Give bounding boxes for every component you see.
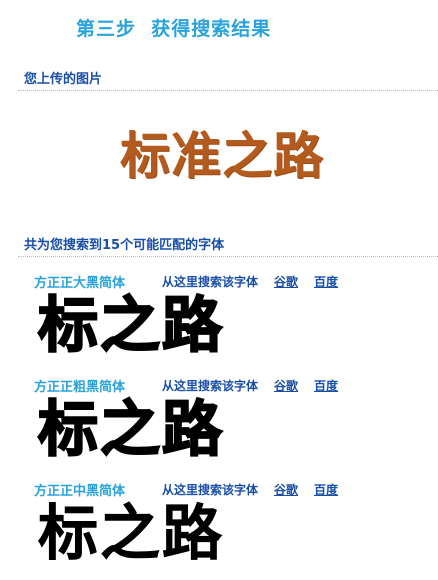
google-search-link[interactable]: 谷歌 — [274, 481, 298, 498]
result-item: 方正正粗黑简体 从这里搜索该字体 谷歌 百度 标之路 — [0, 376, 438, 476]
uploaded-image-heading: 您上传的图片 — [24, 72, 103, 87]
search-from-here-label: 从这里搜索该字体 — [162, 483, 259, 497]
search-from-here-label: 从这里搜索该字体 — [162, 275, 259, 289]
search-from-here-label: 从这里搜索该字体 — [162, 379, 259, 393]
result-item: 方正正中黑简体 从这里搜索该字体 谷歌 百度 标之路 — [0, 480, 438, 580]
font-name: 方正正大黑简体 — [34, 276, 126, 291]
font-name: 方正正粗黑简体 — [34, 380, 126, 395]
baidu-search-link[interactable]: 百度 — [314, 273, 338, 290]
step-title: 第三步 获得搜索结果 — [76, 18, 272, 40]
divider — [18, 256, 438, 257]
google-search-link[interactable]: 谷歌 — [274, 273, 298, 290]
results-heading: 共为您搜索到15个可能匹配的字体 — [24, 238, 225, 253]
baidu-search-link[interactable]: 百度 — [314, 377, 338, 394]
font-name: 方正正中黑简体 — [34, 484, 126, 499]
baidu-search-link[interactable]: 百度 — [314, 481, 338, 498]
google-search-link[interactable]: 谷歌 — [274, 377, 298, 394]
font-preview: 标之路 — [38, 499, 224, 570]
result-item: 方正正大黑简体 从这里搜索该字体 谷歌 百度 标之路 — [0, 272, 438, 372]
font-preview: 标之路 — [37, 394, 224, 466]
divider — [18, 90, 438, 91]
uploaded-image: 标准之路 — [120, 127, 324, 185]
font-preview: 标之路 — [37, 290, 224, 362]
